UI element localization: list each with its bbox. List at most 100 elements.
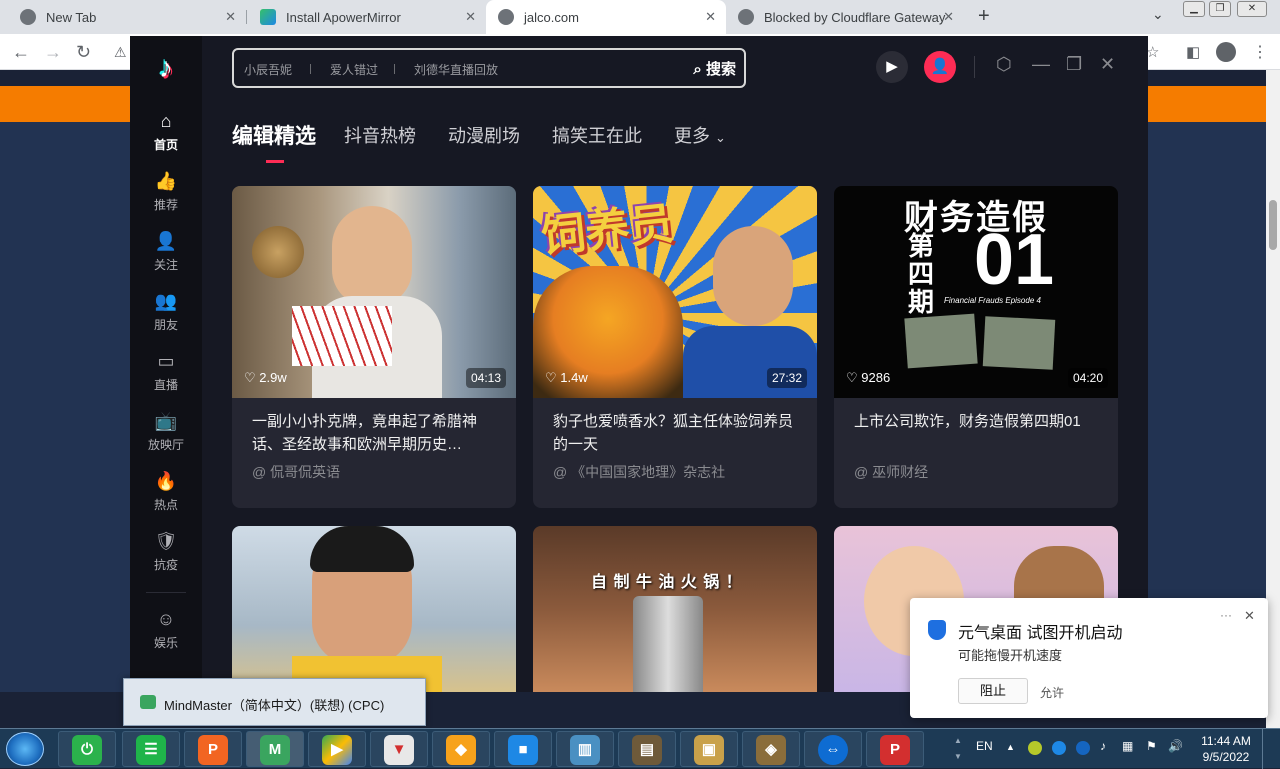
profile-avatar[interactable]	[1216, 42, 1236, 62]
video-title[interactable]: 上市公司欺诈，财务造假第四期01	[854, 410, 1106, 433]
search-box[interactable]: 小辰吾妮 爱人错过 刘德华直播回放 ⌕ 搜索	[232, 48, 746, 88]
tray-app-icon[interactable]	[1028, 741, 1042, 755]
sidebar-item-label: 放映厅	[147, 438, 184, 452]
video-duration: 04:20	[1067, 368, 1108, 388]
warning-icon[interactable]: ⚠	[114, 44, 127, 61]
side-panel-icon[interactable]: ◧	[1186, 43, 1200, 61]
tray-volume-icon[interactable]: 🔊	[1168, 739, 1183, 753]
tab-hot-list[interactable]: 抖音热榜	[344, 122, 416, 148]
sidebar-item-cinema[interactable]: 📺 放映厅	[130, 410, 202, 453]
taskbar-app-button-mindmaster[interactable]: M	[246, 731, 304, 767]
video-title[interactable]: 一副小小扑克牌，竟串起了希腊神话、圣经故事和欧洲早期历史…	[252, 410, 504, 456]
tray-douyin-icon[interactable]: ♪	[1100, 739, 1106, 753]
sidebar-item-entertainment[interactable]: ☺ 娱乐	[130, 608, 202, 651]
video-thumbnail[interactable]	[232, 186, 516, 398]
tray-network-icon[interactable]: ▦	[1122, 739, 1133, 753]
taskbar-thumbnail-popup[interactable]: MindMaster（简体中文）(联想) (CPC)	[123, 678, 426, 726]
minimize-icon[interactable]: —	[1032, 54, 1050, 75]
sidebar-item-recommend[interactable]: 👍 推荐	[130, 170, 202, 213]
taskbar-app-button[interactable]: ▣	[680, 731, 738, 767]
sidebar-item-trending[interactable]: 🔥 热点	[130, 470, 202, 513]
video-thumbnail[interactable]: 饲养员	[533, 186, 817, 398]
close-icon[interactable]: ✕	[943, 9, 954, 25]
close-icon[interactable]: ✕	[225, 9, 236, 25]
scrollbar-thumb[interactable]	[1269, 200, 1277, 250]
video-thumbnail[interactable]: 财务造假 第四期 01 Financial Frauds Episode 4	[834, 186, 1118, 398]
page-banner-left	[0, 86, 130, 122]
tab-cloudflare[interactable]: Blocked by Cloudflare Gateway ✕	[726, 0, 964, 34]
tab-more[interactable]: 更多 ⌄	[674, 122, 726, 148]
page-scrollbar[interactable]	[1266, 70, 1280, 730]
close-icon[interactable]: ✕	[705, 9, 716, 25]
sidebar-item-friends[interactable]: 👥 朋友	[130, 290, 202, 333]
tab-anime[interactable]: 动漫剧场	[448, 122, 520, 148]
taskbar-app-button[interactable]: ☰	[122, 731, 180, 767]
tab-comedy[interactable]: 搞笑王在此	[552, 122, 642, 148]
video-author[interactable]: @ 《中国国家地理》杂志社	[553, 462, 725, 482]
taskbar-app-button[interactable]: ■	[494, 731, 552, 767]
sidebar-item-live[interactable]: ▭ 直播	[130, 350, 202, 393]
taskbar-app-button[interactable]: ▶	[308, 731, 366, 767]
taskbar-app-button[interactable]: ⏻	[58, 731, 116, 767]
menu-icon[interactable]: ⋮	[1252, 42, 1268, 62]
close-icon[interactable]: ✕	[1100, 54, 1115, 75]
taskbar-app-button[interactable]: ◈	[742, 731, 800, 767]
taskbar-app-button[interactable]: P	[866, 731, 924, 767]
search-button[interactable]: ⌕ 搜索	[693, 58, 736, 79]
taskbar-scroll-arrows[interactable]: ▲ ▼	[952, 733, 964, 765]
search-suggestion[interactable]: 爱人错过	[330, 61, 378, 78]
video-author[interactable]: @ 侃哥侃英语	[252, 462, 340, 482]
tray-shield-icon[interactable]	[1076, 741, 1090, 755]
video-card[interactable]: 自 制 牛 油 火 锅 ！	[533, 526, 817, 692]
tray-expand-icon[interactable]: ▲	[1006, 742, 1015, 752]
diamond-icon: ◆	[446, 735, 476, 765]
sidebar-item-antiepidemic[interactable]: 🛡 抗疫	[130, 530, 202, 573]
search-suggestion[interactable]: 刘德华直播回放	[414, 61, 498, 78]
maximize-icon[interactable]: ❐	[1066, 54, 1082, 75]
show-desktop-button[interactable]	[1262, 729, 1280, 769]
reload-icon[interactable]: ↻	[76, 42, 91, 63]
settings-hexagon-icon[interactable]: ⬡	[996, 54, 1012, 75]
tab-jalco[interactable]: jalco.com ✕	[486, 0, 726, 34]
thumbnail-person-face	[332, 206, 412, 306]
more-options-icon[interactable]: ···	[1220, 608, 1232, 622]
block-button[interactable]: 阻止	[958, 678, 1028, 704]
user-avatar-icon[interactable]: 👤	[924, 51, 956, 83]
video-title[interactable]: 豹子也爱喷香水？狐主任体验饲养员的一天	[553, 410, 805, 456]
taskbar-app-button[interactable]: P	[184, 731, 242, 767]
close-icon[interactable]: ✕	[1244, 608, 1255, 624]
restore-icon[interactable]: ❐	[1209, 1, 1231, 17]
douyin-logo-icon[interactable]: ♪	[150, 52, 182, 84]
star-icon[interactable]: ☆	[1146, 43, 1159, 61]
close-window-icon[interactable]: ✕	[1237, 1, 1267, 17]
close-icon[interactable]: ✕	[465, 9, 476, 25]
back-icon[interactable]: ←	[12, 42, 30, 63]
video-card[interactable]	[232, 526, 516, 692]
tray-flag-icon[interactable]: ⚑	[1146, 739, 1157, 753]
taskbar-app-button[interactable]: ◆	[432, 731, 490, 767]
taskbar-app-button[interactable]: ⇔	[804, 731, 862, 767]
taskbar-app-button[interactable]: ▼	[370, 731, 428, 767]
language-indicator[interactable]: EN	[976, 739, 993, 753]
allow-button[interactable]: 允许	[1040, 684, 1064, 701]
sidebar-item-home[interactable]: ⌂ 首页	[130, 110, 202, 153]
new-tab-button[interactable]: +	[978, 5, 990, 28]
forward-icon[interactable]: →	[44, 42, 62, 63]
video-card[interactable]: 饲养员 ♡ 1.4w 27:32 豹子也爱喷香水？狐主任体验饲养员的一天 @ 《…	[533, 186, 817, 508]
tab-install-apowermirror[interactable]: Install ApowerMirror ✕	[248, 0, 486, 34]
system-clock[interactable]: 11:44 AM 9/5/2022	[1196, 733, 1256, 765]
sidebar-item-follow[interactable]: 👤 关注	[130, 230, 202, 273]
upload-video-icon[interactable]: ▶	[876, 51, 908, 83]
taskbar-app-button[interactable]: ▥	[556, 731, 614, 767]
tab-search-chevron-icon[interactable]: ⌄	[1152, 6, 1164, 23]
start-button[interactable]	[6, 732, 44, 766]
search-suggestion[interactable]: 小辰吾妮	[244, 61, 292, 78]
minimize-icon[interactable]: ▁	[1183, 1, 1205, 17]
video-author[interactable]: @ 巫师财经	[854, 462, 928, 482]
tab-new-tab[interactable]: New Tab ✕	[8, 0, 246, 34]
tray-app-icon[interactable]	[1052, 741, 1066, 755]
tab-editors-pick[interactable]: 编辑精选	[232, 120, 316, 150]
video-card[interactable]: ♡ 2.9w 04:13 一副小小扑克牌，竟串起了希腊神话、圣经故事和欧洲早期历…	[232, 186, 516, 508]
taskbar-app-button[interactable]: ▤	[618, 731, 676, 767]
video-card[interactable]: 财务造假 第四期 01 Financial Frauds Episode 4 ♡…	[834, 186, 1118, 508]
